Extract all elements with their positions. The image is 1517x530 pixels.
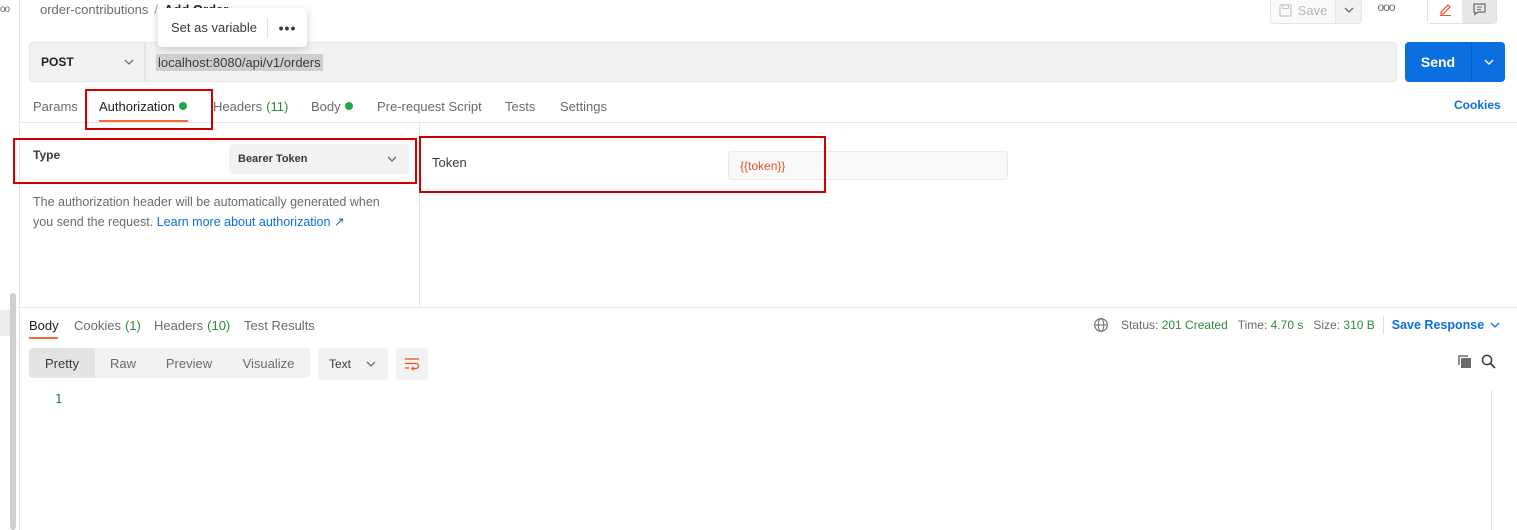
- copy-icon[interactable]: [1457, 354, 1472, 369]
- view-mode-visualize[interactable]: Visualize: [227, 348, 310, 378]
- method-select[interactable]: POST: [29, 42, 145, 82]
- tab-headers-label: Headers: [213, 98, 263, 114]
- learn-more-auth-link[interactable]: Learn more about authorization ↗: [157, 215, 345, 229]
- view-toggle: [1427, 0, 1497, 24]
- response-tab-headers[interactable]: Headers (10): [154, 316, 244, 334]
- save-group: Save: [1270, 0, 1362, 24]
- breadcrumb-collection[interactable]: order-contributions: [40, 2, 148, 17]
- send-button[interactable]: Send: [1405, 42, 1471, 82]
- save-dropdown-button[interactable]: [1336, 0, 1362, 24]
- tab-tests[interactable]: Tests: [505, 96, 560, 116]
- editor-scrollbar-track[interactable]: [1491, 390, 1492, 530]
- gutter-more-icon[interactable]: oo: [0, 4, 10, 15]
- popup-more-icon[interactable]: •••: [268, 20, 307, 36]
- response-tabs: Body Cookies (1) Headers (10) Test Resul…: [29, 316, 315, 334]
- set-as-variable-popup: Set as variable •••: [158, 8, 307, 47]
- cookies-link[interactable]: Cookies: [1454, 98, 1501, 112]
- left-gutter: oo: [0, 0, 20, 530]
- view-mode-preview[interactable]: Preview: [151, 348, 227, 378]
- tab-body[interactable]: Body: [311, 96, 377, 116]
- more-actions-icon[interactable]: ooo: [1376, 0, 1396, 18]
- token-value: {{token}}: [740, 158, 786, 173]
- auth-type-select[interactable]: Bearer Token: [229, 144, 409, 174]
- chevron-down-icon: [366, 361, 376, 367]
- wrap-lines-icon: [405, 358, 420, 371]
- tab-tests-label: Tests: [505, 98, 536, 114]
- token-input[interactable]: {{token}}: [728, 151, 1008, 180]
- token-label: Token: [432, 155, 467, 170]
- response-view-modes: Pretty Raw Preview Visualize: [29, 348, 310, 378]
- edit-pencil-icon[interactable]: [1428, 0, 1462, 23]
- tab-params[interactable]: Params: [33, 96, 99, 116]
- tab-authorization-label: Authorization: [99, 98, 175, 114]
- active-dot-icon: [178, 102, 187, 110]
- tab-params-label: Params: [33, 98, 78, 114]
- url-row: POST localhost:8080/api/v1/orders: [29, 42, 1397, 82]
- comments-icon[interactable]: [1462, 0, 1496, 23]
- response-tab-body-label: Body: [29, 317, 59, 333]
- size-label: Size:: [1313, 318, 1341, 332]
- send-dropdown-button[interactable]: [1471, 42, 1505, 82]
- size-value[interactable]: 310 B: [1343, 318, 1374, 332]
- meta-separator: [1382, 316, 1384, 334]
- response-tab-cookies-label: Cookies: [74, 317, 121, 333]
- response-tab-body[interactable]: Body: [29, 316, 74, 334]
- response-divider: [20, 307, 1517, 308]
- save-label: Save: [1297, 2, 1328, 18]
- chevron-down-icon: [1484, 59, 1493, 65]
- tab-prerequest-script[interactable]: Pre-request Script: [377, 96, 505, 116]
- save-icon: [1279, 3, 1292, 17]
- time-value[interactable]: 4.70 s: [1271, 318, 1304, 332]
- response-tab-underline: [29, 337, 58, 339]
- tab-prerequest-label: Pre-request Script: [377, 98, 482, 114]
- method-label: POST: [41, 55, 74, 69]
- gutter-marker: [0, 310, 10, 336]
- editor-line-number: 1: [55, 392, 63, 406]
- save-response-label: Save Response: [1391, 318, 1485, 332]
- auth-type-label: Type: [33, 148, 61, 162]
- time-label: Time:: [1237, 318, 1268, 332]
- auth-description: The authorization header will be automat…: [33, 192, 403, 232]
- gutter-scrollbar[interactable]: [10, 293, 16, 530]
- response-tab-cookies-count: (1): [124, 317, 141, 333]
- tab-authorization[interactable]: Authorization: [99, 96, 213, 116]
- save-button[interactable]: Save: [1270, 0, 1336, 24]
- send-group: Send: [1405, 42, 1505, 82]
- view-mode-raw[interactable]: Raw: [95, 348, 151, 378]
- tab-settings-label: Settings: [560, 98, 607, 114]
- chevron-down-icon: [1490, 322, 1500, 328]
- request-tabs: Params Authorization Headers (11) Body P…: [33, 96, 607, 116]
- auth-type-value: Bearer Token: [238, 153, 308, 165]
- response-tab-test-results[interactable]: Test Results: [244, 316, 315, 334]
- response-format-select[interactable]: Text: [318, 348, 388, 380]
- response-tab-headers-label: Headers: [154, 317, 204, 333]
- set-as-variable-button[interactable]: Set as variable: [158, 20, 267, 35]
- response-meta: Status: 201 Created Time: 4.70 s Size: 3…: [1093, 316, 1500, 334]
- chevron-down-icon: [1344, 7, 1353, 13]
- response-format-value: Text: [329, 357, 352, 371]
- url-text: localhost:8080/api/v1/orders: [156, 53, 323, 71]
- view-mode-pretty[interactable]: Pretty: [29, 348, 95, 378]
- tab-headers[interactable]: Headers (11): [213, 96, 311, 116]
- status-value[interactable]: 201 Created: [1162, 318, 1228, 332]
- tab-settings[interactable]: Settings: [560, 96, 607, 116]
- chevron-down-icon: [387, 156, 397, 162]
- tab-headers-count: (11): [266, 98, 289, 114]
- response-tab-cookies[interactable]: Cookies (1): [74, 316, 154, 334]
- tab-body-label: Body: [311, 98, 341, 114]
- response-tab-test-results-label: Test Results: [244, 317, 315, 333]
- chevron-down-icon: [124, 59, 134, 65]
- globe-icon[interactable]: [1093, 317, 1109, 333]
- response-tab-headers-count: (10): [207, 317, 231, 333]
- wrap-lines-button[interactable]: [396, 348, 428, 380]
- active-dot-icon: [344, 102, 353, 110]
- save-response-button[interactable]: Save Response: [1392, 318, 1500, 332]
- search-icon[interactable]: [1481, 354, 1496, 369]
- status-label: Status:: [1121, 318, 1159, 332]
- url-input[interactable]: localhost:8080/api/v1/orders: [145, 42, 1397, 82]
